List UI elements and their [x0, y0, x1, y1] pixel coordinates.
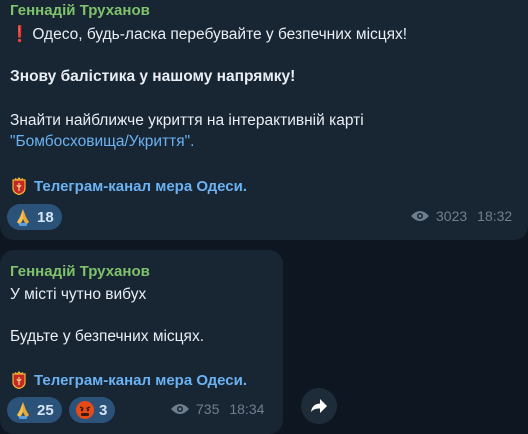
message-bubble[interactable]: Геннадій Труханов ❗ Одесо, будь-ласка пе…	[0, 0, 528, 240]
message-line: ❗ Одесо, будь-ласка перебувайте у безпеч…	[10, 25, 407, 45]
message-time: 18:32	[477, 208, 513, 224]
message-bubble[interactable]: Геннадій Труханов У місті чутно вибух Бу…	[0, 250, 283, 434]
view-count: 3023	[436, 208, 468, 224]
odesa-coat-of-arms-icon	[12, 371, 26, 389]
forward-button[interactable]	[301, 388, 337, 424]
message-line: Будьте у безпечних місцях.	[10, 328, 204, 345]
sender-name[interactable]: Геннадій Труханов	[10, 2, 150, 19]
channel-link[interactable]: Телеграм-канал мера Одеси.	[12, 371, 247, 389]
views-eye-icon	[411, 211, 429, 221]
message-line: Знайти найближче укриття на інтерактивні…	[10, 112, 364, 129]
angry-face-icon	[76, 401, 94, 419]
views-eye-icon	[171, 404, 189, 414]
view-count: 735	[196, 401, 220, 417]
odesa-coat-of-arms-icon	[12, 177, 26, 195]
reaction-angry[interactable]: 3	[69, 397, 116, 423]
praying-hands-icon	[17, 402, 29, 419]
praying-hands-icon	[17, 209, 29, 226]
exclamation-icon: ❗	[10, 26, 30, 43]
message-meta: 3023 18:32	[410, 208, 512, 224]
message-line: У місті чутно вибух	[10, 286, 147, 303]
reaction-count: 25	[37, 401, 54, 419]
message-line-bold: Знову балістика у нашому напрямку!	[10, 68, 296, 85]
reaction-count: 3	[99, 401, 108, 419]
map-link[interactable]: "Бомбосховища/Укриття".	[10, 132, 194, 152]
channel-name: Телеграм-канал мера Одеси.	[34, 371, 248, 389]
message-text: Одесо, будь-ласка перебувайте у безпечни…	[32, 26, 408, 43]
channel-name: Телеграм-канал мера Одеси.	[34, 177, 248, 195]
forward-arrow-icon	[311, 399, 327, 413]
channel-link[interactable]: Телеграм-канал мера Одеси.	[12, 177, 247, 195]
reaction-pray[interactable]: 18	[7, 204, 62, 230]
sender-name[interactable]: Геннадій Труханов	[10, 263, 150, 280]
reaction-count: 18	[37, 208, 54, 226]
message-meta: 735 18:34	[170, 401, 264, 417]
reaction-pray[interactable]: 25	[7, 397, 62, 423]
chat-view: Геннадій Труханов ❗ Одесо, будь-ласка пе…	[0, 0, 528, 434]
message-time: 18:34	[229, 401, 265, 417]
